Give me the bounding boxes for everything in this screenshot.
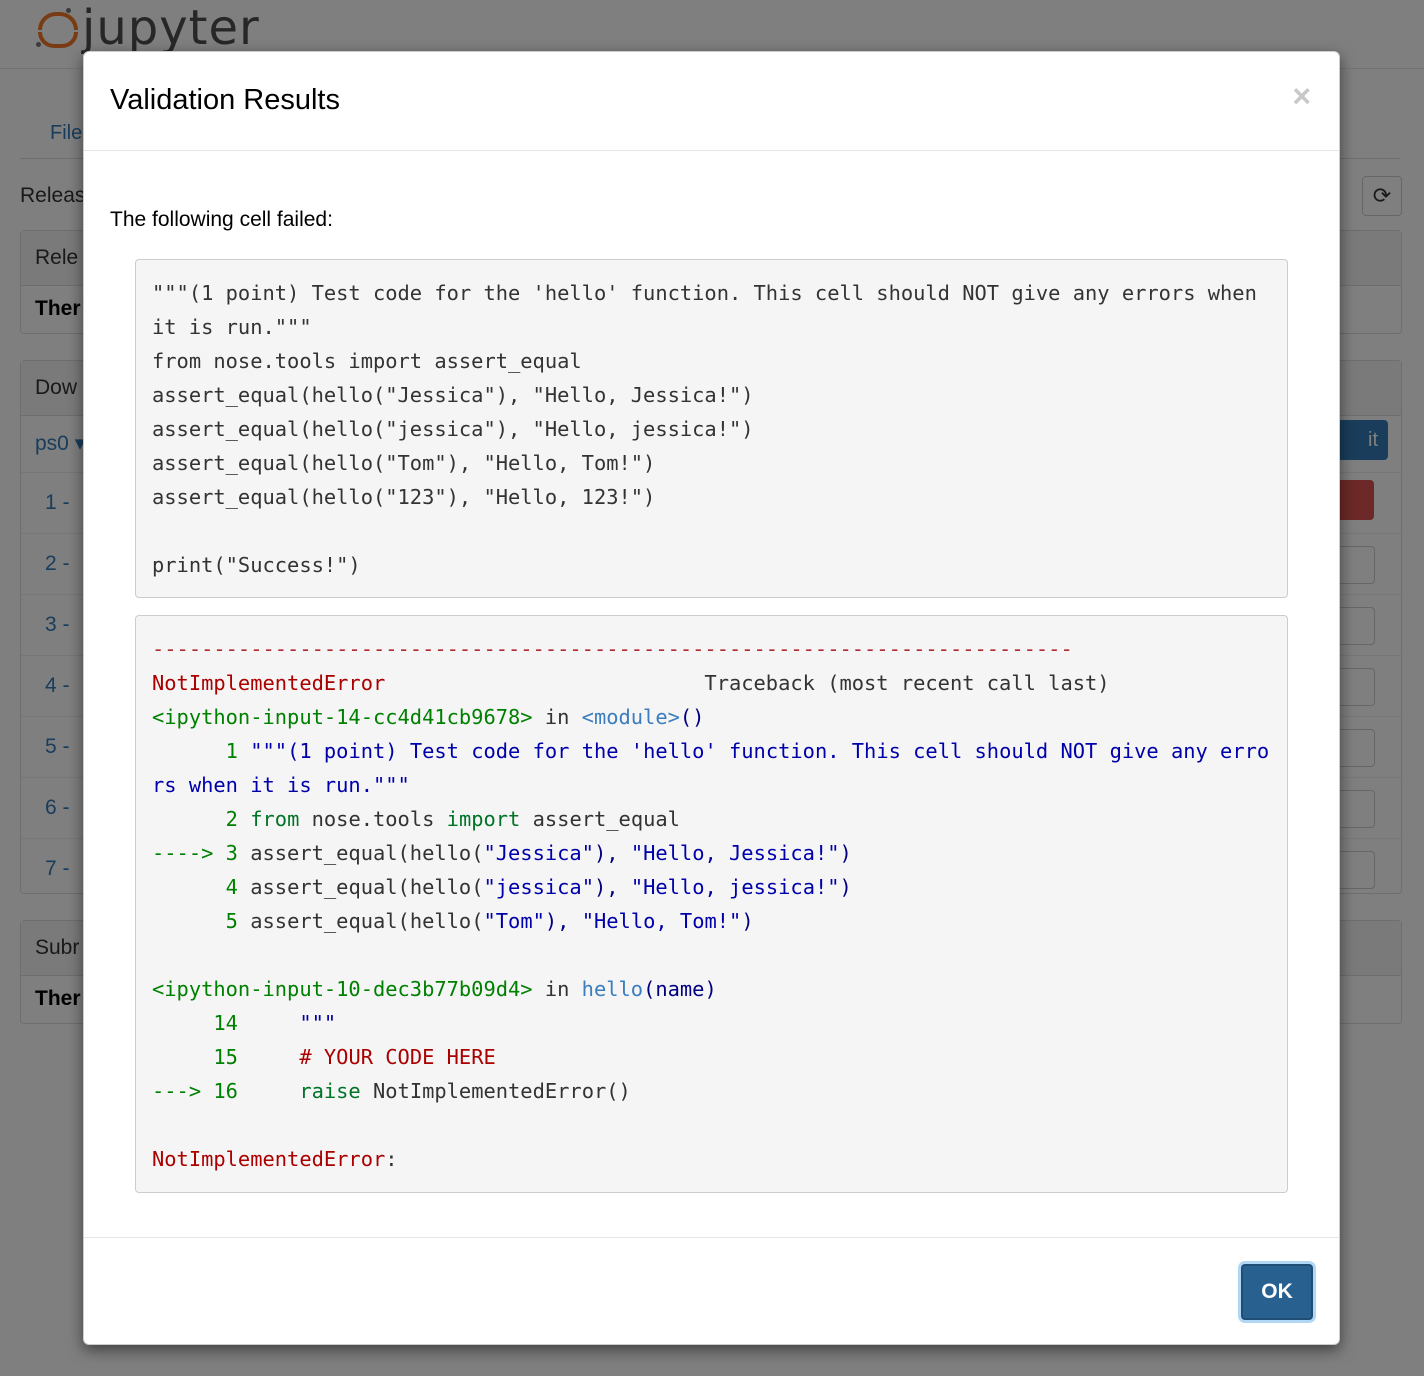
current-line-arrow: ----> 3 [152, 841, 251, 865]
frame-function: <module> [581, 705, 680, 729]
line-number: 2 [152, 807, 251, 831]
traceback-header: Traceback (most recent call last) [385, 671, 1110, 695]
line-number: 5 [152, 909, 251, 933]
line-number: 15 [152, 1045, 251, 1069]
final-error-name: NotImplementedError [152, 1147, 386, 1171]
source-line: """(1 point) Test code for the 'hello' f… [152, 281, 1270, 339]
modal-footer: OK [84, 1237, 1339, 1345]
modal-header: Validation Results × [84, 52, 1339, 151]
failure-message: The following cell failed: [110, 208, 333, 231]
code-punct: ), [593, 841, 631, 865]
code-punct: ) [839, 875, 852, 899]
source-line: print("Success!") [152, 553, 361, 577]
modal-title: Validation Results [110, 84, 340, 116]
code-string: "Hello, Jessica!" [630, 841, 840, 865]
traceback-code-line: 5 assert_equal(hello("Tom"), "Hello, Tom… [152, 904, 1271, 938]
code-string: "jessica" [483, 875, 594, 899]
final-error-line: NotImplementedError: [152, 1142, 1271, 1176]
module-name: nose.tools [299, 807, 447, 831]
code-string: "Tom" [483, 909, 545, 933]
final-error-colon: : [385, 1147, 398, 1171]
traceback-code-line: 15 # YOUR CODE HERE [152, 1040, 1271, 1074]
frame-args: (name) [643, 977, 717, 1001]
traceback-code-line: 1 """(1 point) Test code for the 'hello'… [152, 734, 1271, 802]
line-number: 4 [152, 875, 251, 899]
frame-function: hello [581, 977, 644, 1001]
raised-error: NotImplementedError() [360, 1079, 631, 1103]
current-line-arrow: ---> 16 [152, 1079, 251, 1103]
source-line [152, 514, 1271, 548]
traceback-code-line: 2 from nose.tools import assert_equal [152, 802, 1271, 836]
traceback-separator: ----------------------------------------… [152, 637, 1073, 661]
line-number: 14 [152, 1011, 251, 1035]
code-comment: # YOUR CODE HERE [250, 1045, 496, 1069]
source-line: assert_equal(hello("123"), "Hello, 123!"… [152, 485, 656, 509]
code-call: assert_equal(hello( [250, 875, 484, 899]
frame-location-line: <ipython-input-10-dec3b77b09d4> in hello… [152, 972, 1271, 1006]
traceback-code-line: 4 assert_equal(hello("jessica"), "Hello,… [152, 870, 1271, 904]
code-punct: ), [593, 875, 631, 899]
code-punct: ) [839, 841, 852, 865]
keyword-raise: raise [250, 1079, 361, 1103]
traceback-output: ----------------------------------------… [135, 615, 1288, 1193]
code-punct: ) [741, 909, 754, 933]
code-call: assert_equal(hello( [250, 909, 484, 933]
keyword-from: from [250, 807, 300, 831]
code-string: """ [250, 1011, 337, 1035]
code-punct: ), [544, 909, 582, 933]
line-number: 1 [152, 739, 251, 763]
code-string: """(1 point) Test code for the 'hello' f… [152, 739, 1270, 797]
code-string: "Hello, Tom!" [581, 909, 742, 933]
frame-location: <ipython-input-14-cc4d41cb9678> [152, 705, 533, 729]
source-line: assert_equal(hello("Jessica"), "Hello, J… [152, 383, 754, 407]
traceback-header-line: NotImplementedError Traceback (most rece… [152, 666, 1271, 700]
keyword-import: import [446, 807, 521, 831]
traceback-code-line: ----> 3 assert_equal(hello("Jessica"), "… [152, 836, 1271, 870]
validation-modal: Validation Results × The following cell … [83, 51, 1340, 1345]
error-name: NotImplementedError [152, 671, 386, 695]
code-string: "Hello, jessica!" [630, 875, 840, 899]
traceback-code-line: 14 """ [152, 1006, 1271, 1040]
in-word: in [532, 977, 582, 1001]
imported-name: assert_equal [520, 807, 680, 831]
frame-parens: () [679, 705, 705, 729]
code-call: assert_equal(hello( [250, 841, 484, 865]
close-icon[interactable]: × [1292, 80, 1311, 112]
source-line: assert_equal(hello("Tom"), "Hello, Tom!"… [152, 451, 656, 475]
frame-location-line: <ipython-input-14-cc4d41cb9678> in <modu… [152, 700, 1271, 734]
traceback-code-line: ---> 16 raise NotImplementedError() [152, 1074, 1271, 1108]
in-word: in [532, 705, 582, 729]
frame-location: <ipython-input-10-dec3b77b09d4> [152, 977, 533, 1001]
code-string: "Jessica" [483, 841, 594, 865]
source-line: from nose.tools import assert_equal [152, 349, 582, 373]
failed-cell-source: """(1 point) Test code for the 'hello' f… [135, 259, 1288, 598]
ok-button[interactable]: OK [1241, 1264, 1313, 1320]
source-line: assert_equal(hello("jessica"), "Hello, j… [152, 417, 754, 441]
